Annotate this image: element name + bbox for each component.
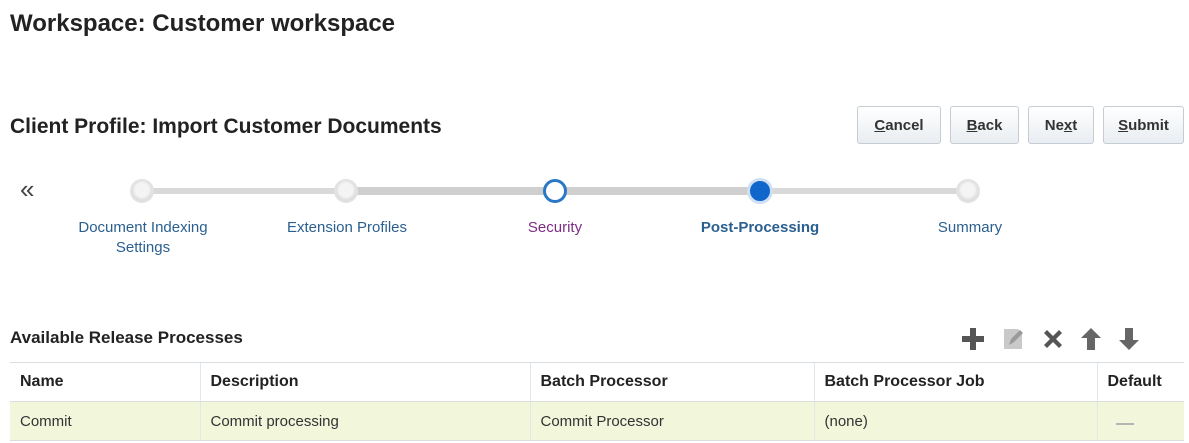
cell-name: Commit <box>10 401 200 441</box>
action-toolbar: Cancel Back Ne x t Submit <box>0 106 1189 146</box>
column-header-batch-processor-job[interactable]: Batch Processor Job <box>813 362 1097 402</box>
submit-accesskey: S <box>1118 116 1129 134</box>
train-track-1 <box>142 188 346 194</box>
cancel-label-rest: ancel <box>885 116 924 134</box>
train-label-summary[interactable]: Summary <box>915 218 1025 238</box>
cancel-accesskey: C <box>874 116 886 134</box>
move-down-icon[interactable] <box>1112 322 1146 356</box>
add-icon[interactable] <box>956 322 990 356</box>
next-accesskey: x <box>1063 116 1073 134</box>
edit-icon[interactable] <box>996 322 1030 356</box>
table-toolbar <box>0 322 1189 356</box>
next-label-rest: t <box>1072 116 1078 134</box>
train-stop-security[interactable] <box>543 179 567 203</box>
train-track-3 <box>556 187 760 195</box>
train-label-document-indexing-line1: Document Indexing <box>78 219 208 236</box>
next-button[interactable]: Ne x t <box>1028 106 1094 144</box>
train-label-post-processing[interactable]: Post-Processing <box>680 218 840 238</box>
submit-button[interactable]: Submit <box>1103 106 1184 144</box>
next-label-prefix: Ne <box>1044 116 1064 134</box>
cell-batch-processor-job: (none) <box>813 401 1097 441</box>
train-label-document-indexing-line2: Settings <box>115 239 171 256</box>
column-header-batch-processor[interactable]: Batch Processor <box>529 362 814 402</box>
move-up-icon[interactable] <box>1074 322 1108 356</box>
default-empty-indicator <box>1115 422 1134 425</box>
train-stop-document-indexing[interactable] <box>130 179 154 203</box>
cancel-button[interactable]: Cancel <box>857 106 941 144</box>
cell-description: Commit processing <box>199 401 530 441</box>
cell-default <box>1096 401 1184 441</box>
cell-batch-processor: Commit Processor <box>529 401 814 441</box>
release-processes-table: Name Description Batch Processor Batch P… <box>10 362 1184 441</box>
workspace-title: Workspace: Customer workspace <box>10 10 396 37</box>
train-label-extension-profiles[interactable]: Extension Profiles <box>262 218 432 238</box>
table-row[interactable]: Commit Commit processing Commit Processo… <box>10 401 1184 441</box>
column-header-default[interactable]: Default <box>1096 362 1184 402</box>
back-label-rest: ack <box>977 116 1003 134</box>
delete-icon[interactable] <box>1036 322 1070 356</box>
train-label-document-indexing[interactable]: Document Indexing Settings <box>48 218 238 258</box>
train-track-4 <box>760 188 970 194</box>
train-stop-summary[interactable] <box>956 179 980 203</box>
train-label-security[interactable]: Security <box>505 218 605 238</box>
process-train: Document Indexing Settings Extension Pro… <box>0 170 1189 280</box>
train-stop-extension-profiles[interactable] <box>334 179 358 203</box>
train-stop-post-processing[interactable] <box>747 178 773 204</box>
train-track-2 <box>346 187 556 195</box>
back-button[interactable]: Back <box>950 106 1019 144</box>
back-accesskey: B <box>966 116 978 134</box>
column-header-description[interactable]: Description <box>199 362 530 402</box>
column-header-name[interactable]: Name <box>10 362 200 402</box>
table-header-row: Name Description Batch Processor Batch P… <box>10 362 1184 402</box>
submit-label-rest: ubmit <box>1128 116 1169 134</box>
